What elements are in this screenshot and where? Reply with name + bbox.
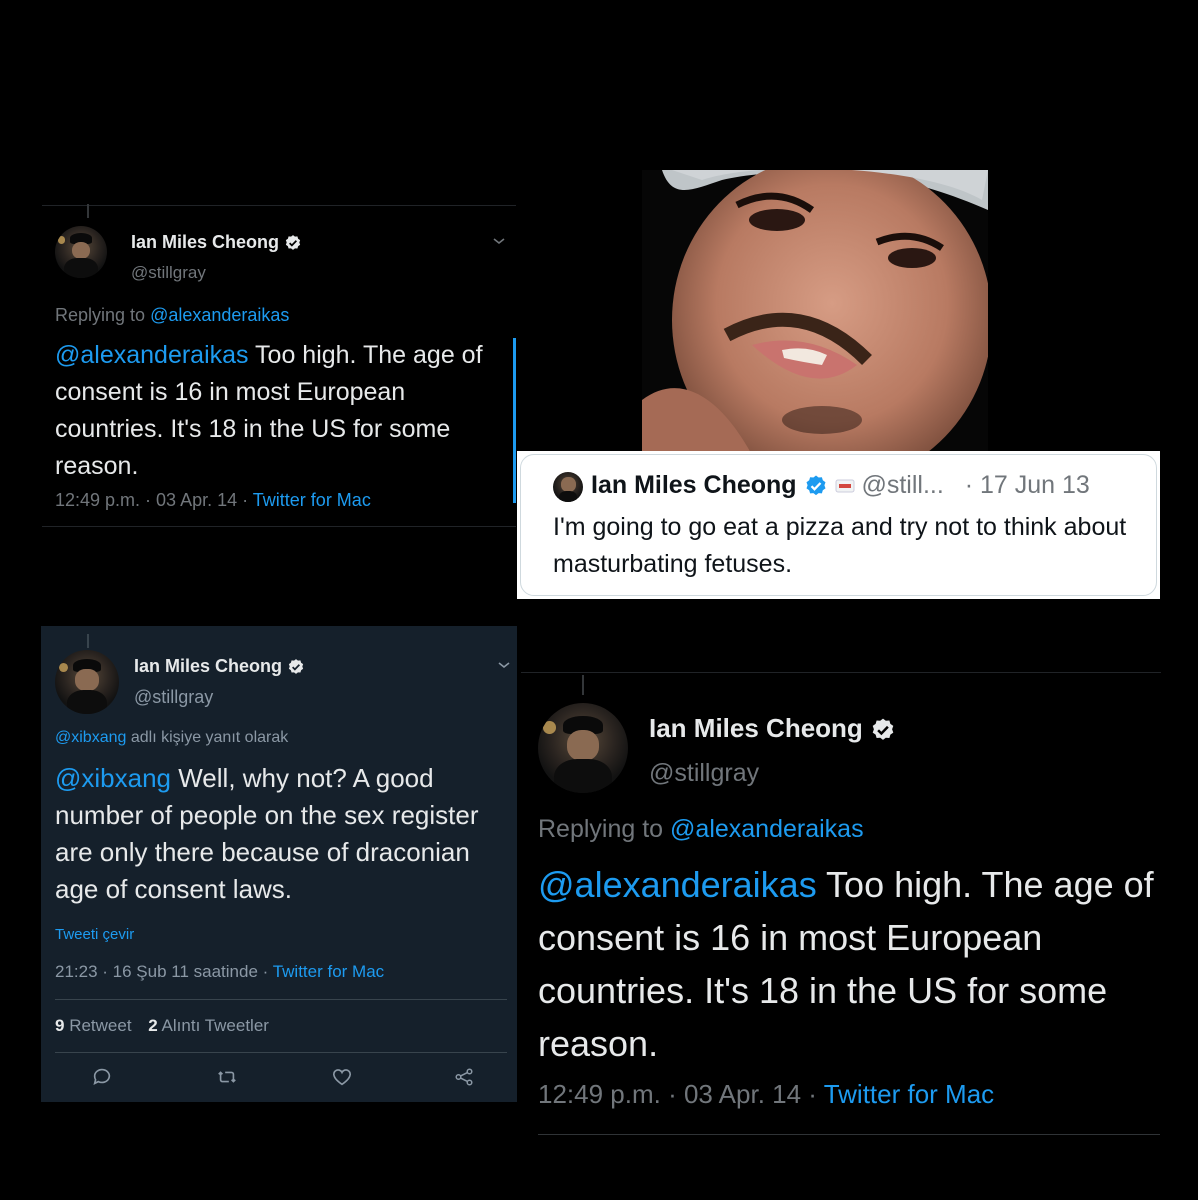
author-name[interactable]: Ian Miles Cheong [649, 713, 863, 743]
thread-line [87, 634, 89, 648]
share-icon[interactable] [453, 1066, 475, 1093]
verified-badge-icon [872, 718, 894, 740]
divider [55, 1052, 507, 1053]
tweet-card-bottom-right[interactable]: Ian Miles Cheong @stillgray Replying to … [521, 672, 1161, 1136]
replying-to-link[interactable]: @alexanderaikas [670, 815, 864, 843]
chevron-down-icon[interactable] [497, 660, 511, 670]
author-row: Ian Miles Cheong [649, 713, 896, 744]
tweet-stats: 9 Retweet 2 Alıntı Tweetler [55, 1016, 269, 1036]
quote-label: Alıntı Tweetler [157, 1016, 269, 1035]
replying-to: Replying to @alexanderaikas [55, 305, 289, 326]
quoted-author-handle: @still... [861, 471, 944, 499]
replying-prefix: Replying to [55, 305, 151, 325]
timestamp[interactable]: 21:23 · 16 Şub 11 saatinde · [55, 962, 273, 981]
replying-to: @xibxang adlı kişiye yanıt olarak [55, 729, 288, 747]
client-link[interactable]: Twitter for Mac [253, 490, 371, 510]
mention-link[interactable]: @xibxang [55, 763, 171, 793]
author-handle: @stillgray [131, 263, 206, 282]
translate-link[interactable]: Tweeti çevir [55, 926, 134, 943]
mention-link[interactable]: @alexanderaikas [55, 341, 249, 369]
tweet-text: @alexanderaikas Too high. The age of con… [55, 337, 495, 485]
thread-line [87, 204, 89, 218]
replying-suffix: adlı kişiye yanıt olarak [126, 729, 289, 746]
verified-badge-icon [285, 235, 301, 251]
tweet-meta: 12:49 p.m. · 03 Apr. 14 · Twitter for Ma… [538, 1079, 994, 1110]
retweet-icon[interactable] [216, 1066, 238, 1093]
reply-icon[interactable] [91, 1066, 113, 1093]
profile-photo [642, 170, 988, 455]
accent-bar [513, 338, 516, 503]
retweet-label: Retweet [64, 1016, 132, 1035]
quoted-author-name[interactable]: Ian Miles Cheong [591, 471, 797, 499]
divider [42, 526, 516, 527]
quote-stat[interactable]: 2 Alıntı Tweetler [148, 1016, 269, 1035]
divider [538, 1134, 1160, 1135]
tweet-text: @alexanderaikas Too high. The age of con… [538, 858, 1158, 1070]
client-link[interactable]: Twitter for Mac [273, 962, 384, 981]
quoted-tweet-text: I'm going to go eat a pizza and try not … [553, 513, 1127, 578]
face-illustration [642, 170, 988, 455]
tweet-meta: 21:23 · 16 Şub 11 saatinde · Twitter for… [55, 962, 384, 982]
tweet-meta: 12:49 p.m. · 03 Apr. 14 · Twitter for Ma… [55, 490, 371, 511]
replying-prefix: Replying to [538, 815, 671, 843]
author-row: Ian Miles Cheong [134, 656, 305, 677]
verified-badge-icon [288, 659, 304, 675]
author-handle: @stillgray [134, 687, 214, 707]
tweet-card-bottom-left[interactable]: Ian Miles Cheong @stillgray @xibxang adl… [41, 626, 517, 1102]
timestamp[interactable]: 12:49 p.m. · 03 Apr. 14 · [55, 490, 253, 510]
quoted-tweet-card[interactable]: Ian Miles Cheong @still... · 17 Jun 13 I… [517, 451, 1160, 599]
flag-icon [835, 479, 854, 493]
like-icon[interactable] [331, 1066, 353, 1093]
replying-to-link[interactable]: @alexanderaikas [150, 305, 289, 325]
author-name[interactable]: Ian Miles Cheong [134, 656, 282, 676]
verified-badge-icon [806, 475, 826, 496]
avatar[interactable] [55, 650, 119, 714]
author-row: Ian Miles Cheong [131, 232, 302, 253]
quoted-date[interactable]: · 17 Jun 13 [965, 471, 1090, 499]
author-name[interactable]: Ian Miles Cheong [131, 232, 279, 252]
avatar[interactable] [55, 226, 107, 278]
divider [55, 999, 507, 1000]
replying-to-link[interactable]: @xibxang [55, 729, 126, 746]
thread-line [582, 675, 584, 695]
quote-count: 2 [148, 1016, 158, 1035]
tweet-card-top-left[interactable]: Ian Miles Cheong @stillgray Replying to … [42, 204, 516, 527]
author-handle: @stillgray [649, 759, 760, 787]
tweet-actions [41, 1066, 517, 1096]
quoted-author-row: Ian Miles Cheong @still... · 17 Jun 13 [591, 471, 1090, 500]
quoted-avatar[interactable] [553, 472, 583, 502]
replying-to: Replying to @alexanderaikas [538, 815, 864, 844]
retweet-stat[interactable]: 9 Retweet [55, 1016, 132, 1035]
timestamp[interactable]: 12:49 p.m. · 03 Apr. 14 · [538, 1079, 824, 1109]
client-link[interactable]: Twitter for Mac [824, 1079, 994, 1109]
tweet-text: @xibxang Well, why not? A good number of… [55, 760, 510, 908]
mention-link[interactable]: @alexanderaikas [538, 864, 817, 905]
chevron-down-icon[interactable] [492, 236, 506, 246]
avatar[interactable] [538, 703, 628, 793]
